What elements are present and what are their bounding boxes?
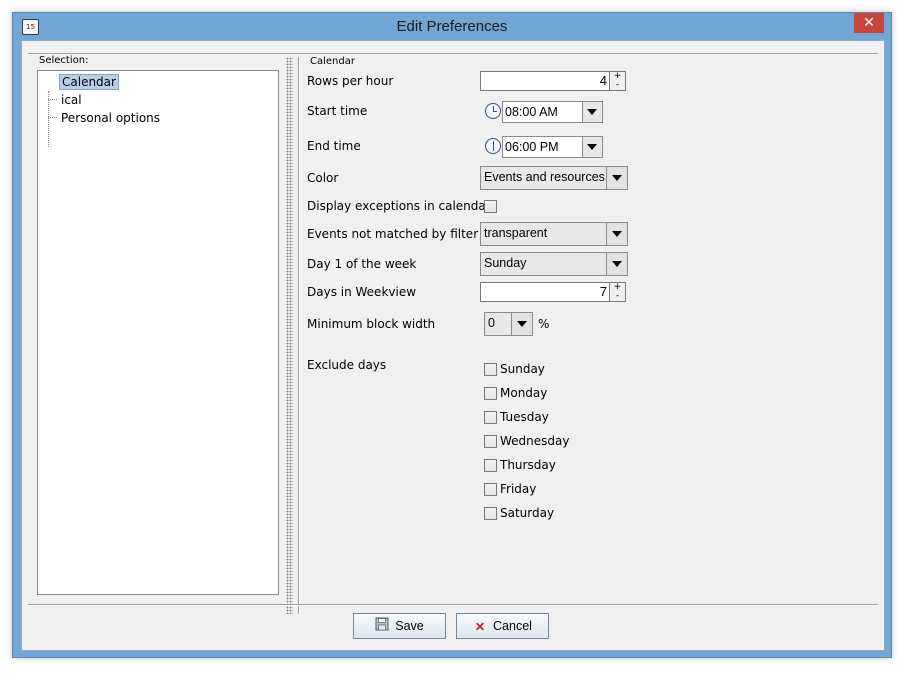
exclude-wednesday-label: Wednesday	[500, 434, 570, 448]
exclude-tuesday-label: Tuesday	[500, 410, 549, 424]
exclude-friday-label: Friday	[500, 482, 537, 496]
day1-of-week-label: Day 1 of the week	[307, 257, 417, 271]
floppy-disk-icon	[375, 615, 389, 639]
color-selected-value: Events and resources	[484, 170, 605, 184]
dialog-content: Selection: Calendar ical Personal option…	[21, 40, 885, 651]
day1-of-week-value: Sunday	[484, 256, 527, 270]
tree-item-personal-options[interactable]: Personal options	[59, 110, 162, 126]
exclude-sunday-checkbox[interactable]	[484, 363, 497, 376]
display-exceptions-checkbox[interactable]	[484, 200, 497, 213]
end-time-dropdown-button[interactable]	[582, 136, 603, 158]
panel-title: Calendar	[310, 56, 355, 67]
tree-item-ical[interactable]: ical	[59, 92, 84, 108]
exclude-wednesday-checkbox[interactable]	[484, 435, 497, 448]
rows-per-hour-label: Rows per hour	[307, 74, 394, 88]
split-pane-divider[interactable]	[286, 57, 293, 614]
chevron-down-icon[interactable]	[606, 167, 627, 189]
days-in-weekview-value: 7	[599, 284, 607, 299]
clock-icon	[485, 138, 501, 154]
exclude-monday-checkbox[interactable]	[484, 387, 497, 400]
min-block-width-combobox[interactable]: 0	[484, 312, 533, 336]
bottom-separator	[28, 604, 878, 606]
events-not-matched-value: transparent	[484, 226, 548, 240]
events-not-matched-combobox[interactable]: transparent	[480, 222, 628, 246]
dialog-window: 15 Edit Preferences ✕ Selection: Calenda…	[12, 12, 892, 658]
rows-per-hour-spinner[interactable]: 4 + -	[480, 71, 626, 91]
display-exceptions-label: Display exceptions in calendar	[307, 199, 491, 213]
title-bar[interactable]: 15 Edit Preferences ✕	[13, 13, 891, 40]
exclude-monday-label: Monday	[500, 386, 548, 400]
tree-connector	[48, 99, 57, 100]
window-title: Edit Preferences	[396, 18, 508, 35]
exclude-thursday-label: Thursday	[500, 458, 556, 472]
tree-item-calendar[interactable]: Calendar	[59, 74, 119, 90]
cancel-button-label: Cancel	[493, 619, 532, 633]
events-not-matched-label: Events not matched by filter	[307, 227, 479, 241]
spinner-buttons: + -	[609, 282, 626, 302]
start-time-field[interactable]: 08:00 AM	[502, 101, 583, 123]
tree-connector	[48, 117, 57, 118]
cancel-x-icon: ✕	[474, 619, 486, 634]
end-time-field[interactable]: 06:00 PM	[502, 136, 583, 158]
exclude-saturday-checkbox[interactable]	[484, 507, 497, 520]
clock-icon	[485, 103, 501, 119]
exclude-friday-checkbox[interactable]	[484, 483, 497, 496]
spinner-buttons: + -	[609, 71, 626, 91]
save-button-label: Save	[395, 619, 424, 633]
chevron-down-icon[interactable]	[606, 253, 627, 275]
rows-per-hour-value: 4	[599, 73, 607, 88]
top-separator	[28, 53, 878, 55]
percent-unit: %	[538, 317, 550, 331]
color-label: Color	[307, 171, 339, 185]
selection-label: Selection:	[39, 55, 89, 66]
close-button[interactable]: ✕	[854, 13, 884, 33]
chevron-down-icon[interactable]	[511, 313, 532, 335]
exclude-tuesday-checkbox[interactable]	[484, 411, 497, 424]
min-block-width-value: 0	[488, 316, 495, 330]
exclude-days-label: Exclude days	[307, 358, 387, 372]
day1-of-week-combobox[interactable]: Sunday	[480, 252, 628, 276]
color-combobox[interactable]: Events and resources	[480, 166, 628, 190]
cancel-button[interactable]: ✕ Cancel	[456, 613, 549, 639]
spinner-down-button[interactable]: -	[610, 292, 625, 301]
selection-tree[interactable]: Calendar ical Personal options	[37, 70, 279, 595]
days-in-weekview-label: Days in Weekview	[307, 285, 417, 299]
end-time-label: End time	[307, 139, 361, 153]
save-button[interactable]: Save	[353, 613, 446, 639]
start-time-dropdown-button[interactable]	[582, 101, 603, 123]
panel-separator	[298, 57, 300, 614]
min-block-width-label: Minimum block width	[307, 317, 436, 331]
days-in-weekview-spinner[interactable]: 7 + -	[480, 282, 626, 302]
chevron-down-icon[interactable]	[606, 223, 627, 245]
exclude-sunday-label: Sunday	[500, 362, 545, 376]
spinner-down-button[interactable]: -	[610, 81, 625, 90]
exclude-thursday-checkbox[interactable]	[484, 459, 497, 472]
start-time-label: Start time	[307, 104, 368, 118]
exclude-saturday-label: Saturday	[500, 506, 555, 520]
